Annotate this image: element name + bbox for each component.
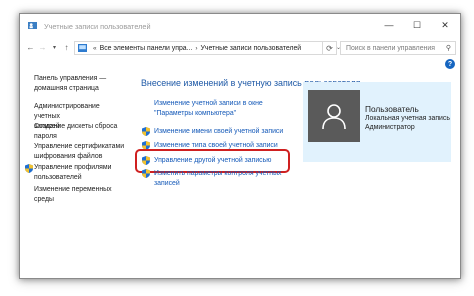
sidebar-item-label: пользователей xyxy=(34,174,82,181)
link-label: Управление другой учетной записью xyxy=(154,157,272,164)
search-input[interactable]: Поиск в панели управления ⚲ xyxy=(340,41,456,55)
up-arrow-icon[interactable]: ↑ xyxy=(61,41,72,54)
uac-shield-icon xyxy=(142,127,150,136)
link-label: Изменение имени своей учетной записи xyxy=(154,128,284,135)
link-label: "Параметры компьютера" xyxy=(154,110,237,117)
sidebar-item-label: Создание дискеты сброса xyxy=(34,123,118,130)
search-icon[interactable]: ⚲ xyxy=(446,44,451,52)
user-name: Пользователь xyxy=(365,104,419,114)
sidebar-item-label: среды xyxy=(34,196,54,203)
recent-locations-chevron-icon[interactable]: ▾ xyxy=(49,41,60,54)
breadcrumb-all-items[interactable]: Все элементы панели упра... xyxy=(100,45,193,52)
sidebar-item-label: Изменение переменных xyxy=(34,186,112,193)
sidebar-item-password-reset-disk[interactable]: Создание дискеты сброса пароля xyxy=(34,122,126,142)
sidebar-item-label: пароля xyxy=(34,133,57,140)
account-role: Администратор xyxy=(365,124,415,131)
navigation-bar: ← → ▾ ↑ « Все элементы панели упра... › … xyxy=(20,38,460,58)
minimize-button[interactable]: — xyxy=(375,14,403,36)
window-title: Учетные записи пользователей xyxy=(44,22,151,31)
maximize-button[interactable]: ☐ xyxy=(403,14,431,36)
close-button[interactable]: ✕ xyxy=(431,14,459,36)
back-arrow-icon[interactable]: ← xyxy=(25,41,36,54)
sidebar-item-label: Администрирование учетных xyxy=(34,103,100,120)
user-silhouette-icon xyxy=(322,104,346,130)
uac-shield-icon xyxy=(142,169,150,178)
address-bar[interactable]: « Все элементы панели упра... › Учетные … xyxy=(74,41,341,55)
control-panel-window: Учетные записи пользователей — ☐ ✕ ← → ▾… xyxy=(19,13,461,279)
sidebar-item-label: Панель управления — xyxy=(34,75,107,82)
help-icon[interactable]: ? xyxy=(445,59,455,69)
account-type: Локальная учетная запись xyxy=(365,115,450,122)
uac-shield-icon xyxy=(25,164,33,173)
sidebar-item-label: Управление профилями xyxy=(34,164,112,171)
sidebar-item-control-panel-home[interactable]: Панель управления — домашняя страница xyxy=(34,74,126,94)
control-panel-icon xyxy=(78,44,87,52)
breadcrumb-user-accounts[interactable]: Учетные записи пользователей xyxy=(201,45,302,52)
breadcrumb-overflow-icon[interactable]: « xyxy=(93,45,97,52)
sidebar: Панель управления — домашняя страница Ад… xyxy=(20,58,128,278)
link-manage-another-account[interactable]: Управление другой учетной записью xyxy=(142,156,272,166)
sidebar-item-label: Управление сертификатами xyxy=(34,143,125,150)
link-change-account-name[interactable]: Изменение имени своей учетной записи xyxy=(142,127,284,137)
sidebar-item-label: домашняя страница xyxy=(34,85,99,92)
sidebar-item-user-profiles[interactable]: Управление профилями пользователей xyxy=(25,163,117,183)
uac-shield-icon xyxy=(142,156,150,165)
link-label: Изменить параметры контроля учетных xyxy=(154,170,282,177)
sidebar-item-encryption-certificates[interactable]: Управление сертификатами шифрования файл… xyxy=(34,142,126,162)
link-uac-settings[interactable]: Изменить параметры контроля учетных запи… xyxy=(142,169,282,189)
forward-arrow-icon[interactable]: → xyxy=(37,41,48,54)
link-label: записей xyxy=(154,180,180,187)
user-account-card: Пользователь Локальная учетная запись Ад… xyxy=(303,82,451,162)
user-accounts-icon xyxy=(28,22,37,29)
search-placeholder: Поиск в панели управления xyxy=(346,44,435,52)
title-bar: Учетные записи пользователей — ☐ ✕ xyxy=(20,14,460,38)
link-pc-settings-account[interactable]: Изменение учетной записи в окне "Парамет… xyxy=(154,99,263,119)
refresh-icon[interactable]: ⟳ xyxy=(323,41,337,55)
breadcrumb-separator-icon[interactable]: › xyxy=(195,45,197,52)
sidebar-item-environment-variables[interactable]: Изменение переменных среды xyxy=(34,185,126,205)
avatar xyxy=(308,90,360,142)
sidebar-item-label: шифрования файлов xyxy=(34,153,103,160)
link-label: Изменение учетной записи в окне xyxy=(154,100,263,107)
